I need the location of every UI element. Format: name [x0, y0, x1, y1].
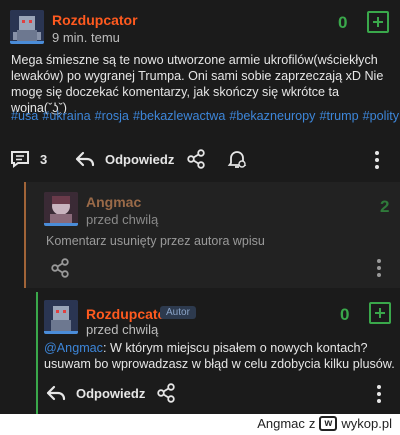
more-options-button[interactable] [376, 258, 382, 278]
post-score: 0 [338, 13, 348, 32]
robot-avatar-icon [44, 300, 78, 334]
comment1-time: przed chwilą [86, 212, 159, 227]
comment-icon [10, 150, 30, 168]
share-icon [50, 258, 70, 278]
watermark: Angmac z w wykop.pl [257, 416, 392, 431]
reply-icon [75, 150, 95, 168]
comment2-time: przed chwilą [86, 322, 159, 337]
more-vertical-icon [376, 258, 382, 278]
tag-link[interactable]: #usa [11, 109, 38, 123]
tag-link[interactable]: #rosja [95, 109, 129, 123]
tag-link[interactable]: #bekazlewactwa [133, 109, 225, 123]
anime-avatar-icon [44, 192, 78, 226]
post-time: 9 min. temu [52, 30, 120, 45]
post-body: Mega śmieszne są te nowo utworzone armie… [11, 53, 384, 115]
post-tags: #usa #ukraina #rosja #bekazlewactwa #bekazne… [11, 108, 400, 124]
comment2-username[interactable]: Rozdupcator [86, 306, 172, 322]
more-vertical-icon [376, 384, 382, 404]
watermark-site: wykop.pl [341, 416, 392, 431]
share-icon [186, 149, 206, 169]
comment-deleted: Angmac przed chwilą 2 Komentarz usunięty… [24, 182, 400, 288]
mention-link[interactable]: @Angmac [44, 341, 103, 355]
plus-vote-button[interactable] [367, 11, 389, 33]
tag-link[interactable]: #bekazneuropy [229, 109, 315, 123]
comment1-username[interactable]: Angmac [86, 194, 141, 210]
more-options-button[interactable] [376, 384, 382, 404]
reply-button[interactable]: Odpowiedz [75, 150, 174, 168]
more-vertical-icon [374, 150, 380, 170]
robot-avatar-icon [10, 10, 44, 44]
share-button[interactable] [186, 149, 206, 169]
plus-vote-button[interactable] [369, 302, 391, 324]
watermark-z: z [308, 416, 316, 431]
bell-icon [227, 149, 247, 169]
comment1-score: 2 [380, 197, 390, 216]
reply-label: Odpowiedz [76, 385, 146, 401]
comments-button[interactable]: 3 [10, 150, 47, 168]
tag-link[interactable]: #trump [319, 109, 358, 123]
comment2-score: 0 [340, 305, 350, 324]
comment-count: 3 [40, 151, 48, 167]
deleted-comment-text: Komentarz usunięty przez autora wpisu [46, 234, 265, 248]
comment-reply: Rozdupcator Autor przed chwilą 0 @Angmac… [36, 292, 400, 414]
tag-link[interactable]: #ukraina [42, 109, 90, 123]
reply-icon [46, 384, 66, 402]
avatar[interactable] [44, 300, 78, 334]
more-options-button[interactable] [374, 150, 380, 170]
reply-body: @Angmac: W którym miejscu pisałem o nowy… [44, 340, 396, 372]
reply-button[interactable]: Odpowiedz [46, 384, 145, 402]
avatar[interactable] [44, 192, 78, 226]
watermark-footer: Angmac z w wykop.pl [0, 414, 400, 435]
reply-label: Odpowiedz [105, 151, 175, 167]
author-badge: Autor [160, 306, 196, 319]
wykop-logo-icon: w [319, 416, 338, 431]
main-post: Rozdupcator 9 min. temu 0 Mega śmieszne … [0, 0, 400, 176]
post-action-bar: 3 Odpowiedz [0, 145, 400, 175]
share-button[interactable] [50, 258, 70, 278]
notifications-button[interactable] [227, 149, 247, 169]
share-icon [156, 383, 176, 403]
share-button[interactable] [156, 383, 176, 403]
avatar[interactable] [10, 10, 44, 44]
post-username[interactable]: Rozdupcator [52, 12, 138, 28]
watermark-author: Angmac [257, 416, 305, 431]
tag-link[interactable]: #polityka [363, 109, 400, 123]
